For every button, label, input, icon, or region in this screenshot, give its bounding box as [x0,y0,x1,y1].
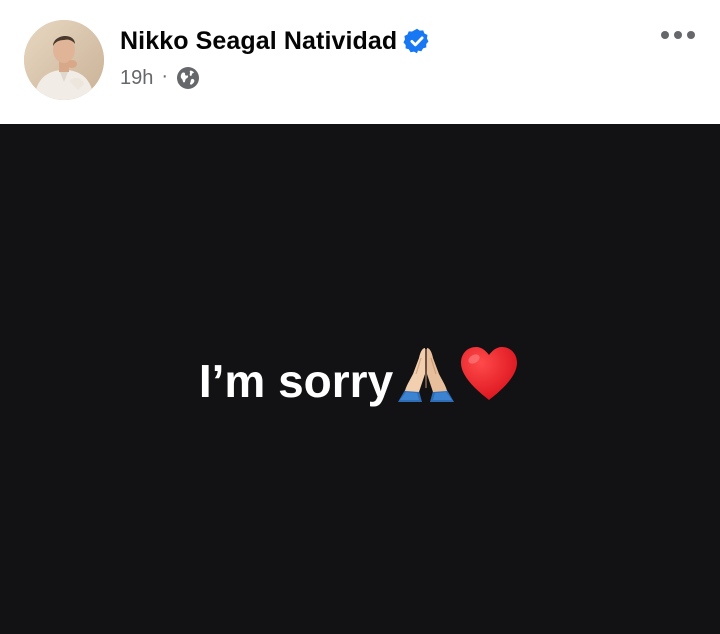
author-row: Nikko Seagal Natividad [120,24,431,58]
red-heart-emoji [457,344,521,418]
post-content-background[interactable]: I’m sorry [0,124,720,634]
post-text-line: I’m sorry [0,344,720,418]
verified-badge-icon [403,27,431,55]
more-options-icon [661,31,669,39]
meta-separator: · [161,64,169,87]
post-header: Nikko Seagal Natividad 19h · [0,0,720,124]
more-options-dot [674,31,682,39]
folded-hands-emoji [395,344,457,418]
post-meta: 19h · [120,64,200,92]
post-text: I’m sorry [198,355,394,407]
more-options-dot [687,31,695,39]
more-options-button[interactable] [656,22,700,48]
avatar-photo [24,20,104,100]
author-name[interactable]: Nikko Seagal Natividad [120,27,397,56]
facebook-post: Nikko Seagal Natividad 19h · I’m sorry [0,0,720,634]
post-timestamp[interactable]: 19h [120,67,153,90]
emoji-group [395,344,521,418]
globe-icon[interactable] [176,66,200,90]
author-avatar[interactable] [24,20,104,100]
